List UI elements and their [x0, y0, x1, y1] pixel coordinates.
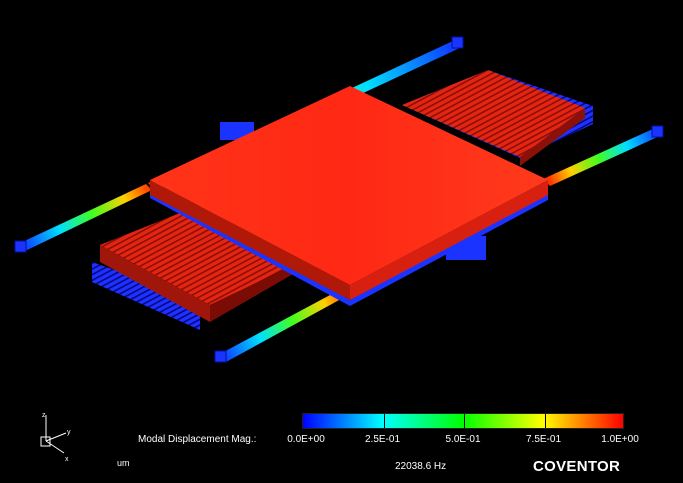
legend-title: Modal Displacement Mag.: [138, 434, 257, 445]
legend-tick-label: 1.0E+00 [601, 434, 639, 445]
anchor-top-left [451, 36, 464, 49]
axis-z-label: z [42, 412, 46, 419]
legend-tick-label: 5.0E-01 [445, 434, 481, 445]
frequency-readout: 22038.6 Hz [395, 461, 447, 472]
legend-divider [383, 414, 385, 428]
color-legend-bar [302, 413, 624, 429]
axis-y-label: y [67, 429, 71, 436]
legend-tick-label: 7.5E-01 [525, 434, 562, 445]
legend-divider [544, 414, 546, 428]
brand-logo: COVENTOR [533, 458, 621, 475]
axis-triad: z y x [40, 412, 71, 463]
model-viewport[interactable] [0, 0, 683, 483]
legend-tick-label: 0.0E+00 [287, 434, 325, 445]
anchor-bottom [214, 350, 227, 363]
anchor-left [14, 240, 27, 253]
units-label: um [117, 458, 130, 468]
axis-x-label: x [65, 456, 69, 463]
legend-divider [464, 414, 465, 428]
legend-tick-label: 2.5E-01 [364, 434, 401, 445]
anchor-top-right [651, 125, 664, 138]
